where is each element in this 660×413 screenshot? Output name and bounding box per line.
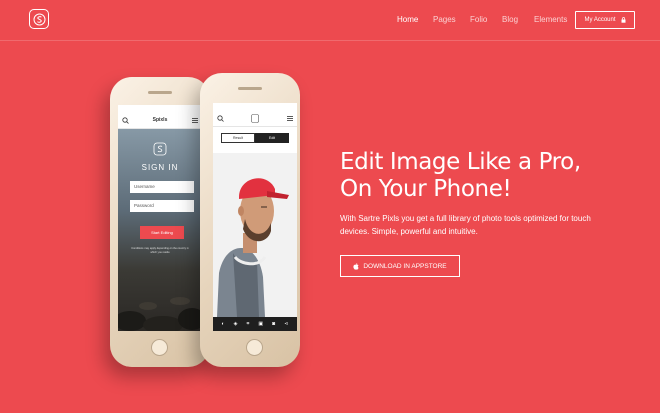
phone-screen-signin: Spixls SIGN IN Username Password Start E… [118, 105, 202, 331]
tab-edit[interactable]: Edit [255, 133, 289, 143]
apple-icon [353, 262, 359, 270]
nav-item-pages[interactable]: Pages [433, 15, 456, 25]
tab-result[interactable]: Result [221, 133, 255, 143]
phone-mockup-left: Spixls SIGN IN Username Password Start E… [110, 77, 210, 367]
nav-item-blog[interactable]: Blog [502, 15, 518, 25]
menu-icon[interactable] [192, 118, 198, 123]
phone-speaker [238, 87, 262, 90]
image-icon[interactable]: ▣ [258, 321, 263, 327]
crop-icon[interactable]: ⌗ [247, 321, 250, 327]
phone-home-button [246, 339, 263, 356]
download-appstore-label: DOWNLOAD IN APPSTORE [363, 262, 447, 270]
password-field[interactable]: Password [130, 200, 194, 212]
app-header [213, 111, 297, 127]
phone-mockup-right: Result Edit ◐ ◈ ⌗ ▣ ◙ ⋖ [200, 73, 300, 367]
phone-home-button [151, 339, 168, 356]
share-icon[interactable]: ⋖ [284, 321, 288, 327]
phone-speaker [148, 91, 172, 94]
contrast-icon[interactable]: ◐ [222, 321, 225, 327]
start-editing-button[interactable]: Start Editing [140, 226, 184, 239]
nav-item-elements[interactable]: Elements [534, 15, 567, 25]
rocky-shore-illustration [118, 297, 202, 331]
app-logo-icon [251, 114, 259, 123]
status-bar [118, 105, 202, 113]
signin-terms-note: Conditions may apply depending on the co… [131, 247, 189, 254]
portrait-photo-illustration [213, 153, 297, 317]
nav-item-home[interactable]: Home [397, 15, 418, 25]
camera-icon[interactable]: ◙ [272, 321, 275, 327]
hero-title: Edit Image Like a Pro, On Your Phone! [340, 149, 640, 203]
app-header: Spixls [118, 113, 202, 129]
status-bar [213, 103, 297, 111]
edited-photo [213, 153, 297, 317]
download-appstore-button[interactable]: DOWNLOAD IN APPSTORE [340, 255, 460, 277]
search-icon[interactable] [217, 115, 224, 122]
top-navbar: Home Pages Folio Blog Elements My Accoun… [0, 0, 660, 41]
my-account-label: My Account [584, 17, 616, 23]
menu-icon[interactable] [287, 116, 293, 121]
phone-screen-editor: Result Edit ◐ ◈ ⌗ ▣ ◙ ⋖ [213, 103, 297, 331]
username-field[interactable]: Username [130, 181, 194, 193]
app-title: Spixls [152, 117, 168, 123]
app-logo-icon [153, 142, 167, 156]
hero-description: With Sartre Pixls you get a full library… [340, 214, 591, 236]
header-divider [0, 40, 660, 41]
signin-title: SIGN IN [141, 163, 179, 172]
main-nav: Home Pages Folio Blog Elements [0, 15, 660, 29]
lock-icon [621, 17, 625, 23]
hero-title-line-1: Edit Image Like a Pro, [340, 149, 581, 175]
nav-item-folio[interactable]: Folio [470, 15, 487, 25]
my-account-button[interactable]: My Account [575, 11, 635, 29]
filters-icon[interactable]: ◈ [234, 321, 238, 327]
editor-toolbar: ◐ ◈ ⌗ ▣ ◙ ⋖ [213, 317, 297, 331]
hero-title-line-2: On Your Phone! [340, 176, 512, 202]
